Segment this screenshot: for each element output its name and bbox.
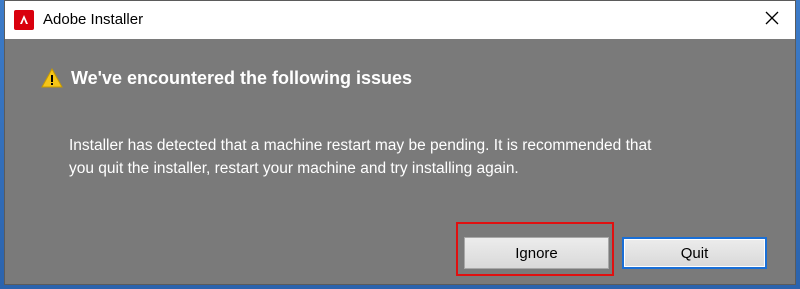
installer-window: Adobe Installer We've encountered the fo… (4, 0, 796, 285)
adobe-icon (14, 10, 34, 30)
quit-button[interactable]: Quit (622, 237, 767, 269)
ignore-button[interactable]: Ignore (464, 237, 609, 269)
title-bar[interactable]: Adobe Installer (5, 1, 795, 39)
dialog-heading: We've encountered the following issues (71, 68, 413, 88)
desktop-background: Adobe Installer We've encountered the fo… (0, 0, 800, 289)
close-button[interactable] (749, 1, 795, 39)
window-title: Adobe Installer (43, 11, 144, 28)
message-line-2: you quit the installer, restart your mac… (69, 160, 519, 177)
warning-icon (41, 68, 63, 88)
dialog-message: Installer has detected that a machine re… (69, 134, 769, 180)
heading-row: We've encountered the following issues (41, 67, 412, 89)
message-line-1: Installer has detected that a machine re… (69, 137, 652, 154)
close-icon (765, 11, 779, 30)
